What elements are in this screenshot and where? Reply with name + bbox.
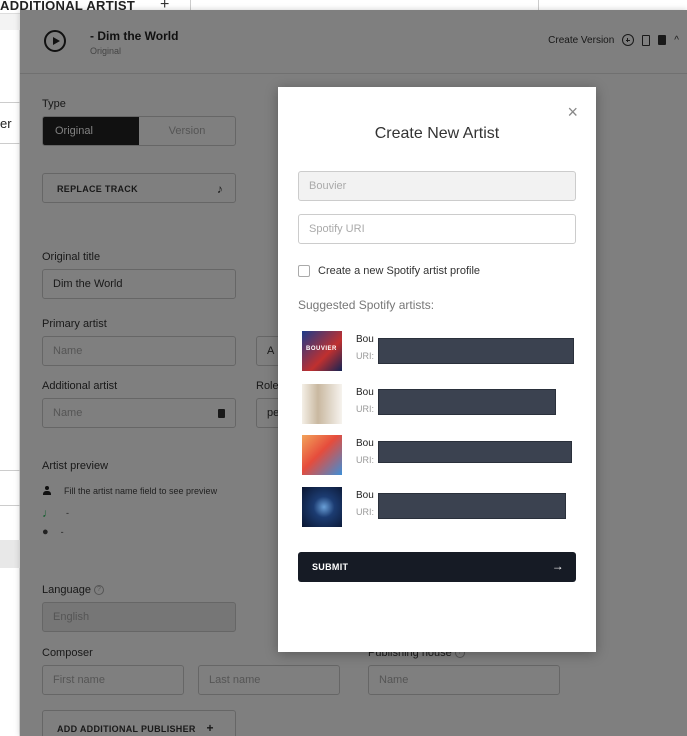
close-icon[interactable]: × bbox=[567, 103, 578, 121]
suggested-artists-heading: Suggested Spotify artists: bbox=[298, 298, 435, 312]
artist-uri: URI: bbox=[356, 404, 374, 414]
checkbox-box[interactable] bbox=[298, 265, 310, 277]
redaction-box bbox=[378, 441, 572, 463]
arrow-right-icon: → bbox=[551, 559, 564, 573]
create-artist-modal: × Create New Artist Bouvier Spotify URI … bbox=[278, 87, 596, 652]
artist-name-input[interactable]: Bouvier bbox=[298, 171, 576, 201]
artist-thumbnail bbox=[302, 384, 342, 424]
left-panel: er bbox=[0, 30, 20, 736]
modal-title: Create New Artist bbox=[374, 125, 500, 142]
artist-uri: URI: bbox=[356, 455, 374, 465]
left-panel-label: er bbox=[0, 116, 12, 131]
artist-name: Bou bbox=[356, 334, 374, 345]
divider bbox=[0, 470, 20, 471]
checkbox-label: Create a new Spotify artist profile bbox=[318, 265, 481, 277]
submit-button[interactable]: SUBMIT → bbox=[298, 552, 576, 582]
redaction-box bbox=[378, 493, 566, 519]
redaction-box bbox=[378, 338, 574, 364]
artist-name: Bou bbox=[356, 438, 374, 449]
artist-thumbnail: BOUVIER bbox=[302, 331, 342, 371]
redaction-box bbox=[378, 389, 556, 415]
artist-name: Bou bbox=[356, 387, 374, 398]
submit-label: SUBMIT bbox=[312, 562, 349, 572]
artist-thumbnail bbox=[302, 487, 342, 527]
left-panel-row bbox=[0, 540, 20, 568]
artist-uri: URI: bbox=[356, 351, 374, 361]
divider bbox=[0, 505, 20, 506]
artist-thumbnail bbox=[302, 435, 342, 475]
artist-uri: URI: bbox=[356, 507, 374, 517]
thumbnail-logo-text: BOUVIER bbox=[306, 346, 337, 352]
create-spotify-profile-checkbox[interactable]: Create a new Spotify artist profile bbox=[298, 265, 480, 277]
spotify-uri-input[interactable]: Spotify URI bbox=[298, 214, 576, 244]
artist-name: Bou bbox=[356, 490, 374, 501]
